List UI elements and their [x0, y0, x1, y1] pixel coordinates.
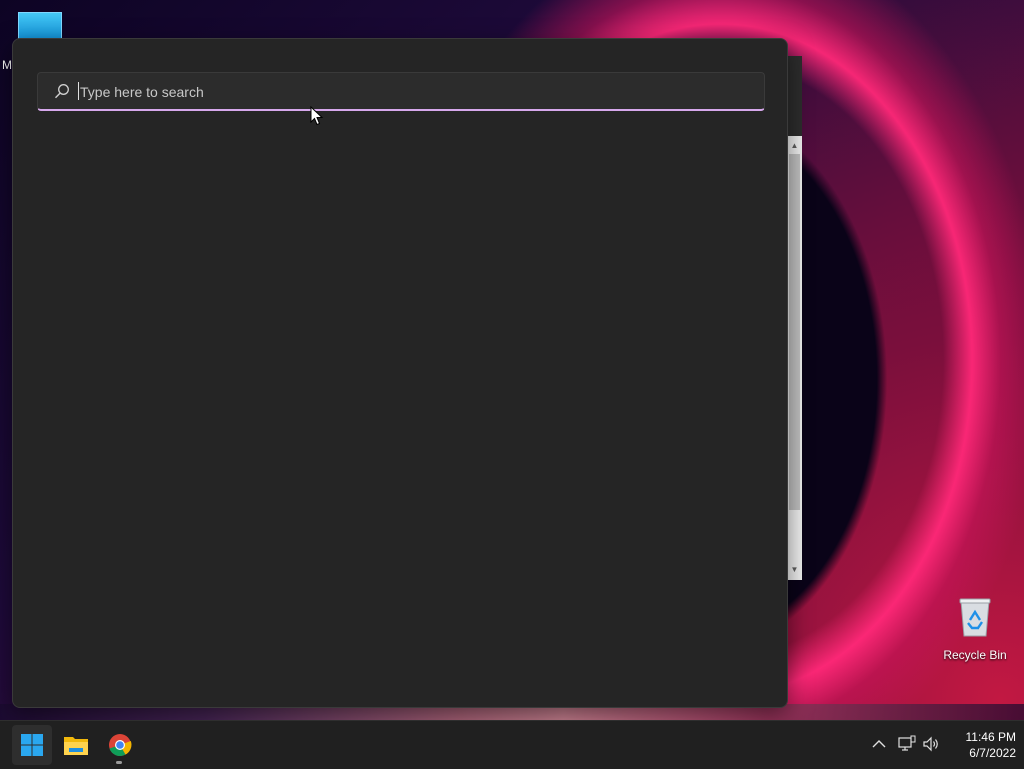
clock-time: 11:46 PM: [965, 730, 1016, 744]
chevron-up-icon[interactable]: [870, 735, 888, 753]
windows-logo-icon: [21, 734, 43, 756]
chrome-icon: [109, 734, 132, 757]
taskbar: 11:46 PM 6/7/2022: [0, 720, 1024, 769]
start-button[interactable]: [12, 725, 52, 765]
search-icon: [54, 83, 70, 99]
chrome-button[interactable]: [100, 725, 140, 765]
search-box[interactable]: [37, 72, 765, 111]
volume-icon[interactable]: [922, 735, 940, 753]
folder-icon: [64, 737, 88, 755]
recycle-bin-icon: [958, 596, 992, 638]
desktop-icon-label: M: [2, 58, 12, 72]
scroll-down-arrow-icon[interactable]: ▼: [789, 564, 800, 576]
scrollbar-thumb[interactable]: [789, 154, 800, 510]
mouse-cursor-icon: [310, 106, 324, 126]
search-input[interactable]: [78, 79, 752, 105]
scroll-up-arrow-icon[interactable]: ▲: [789, 140, 800, 152]
recycle-bin-label: Recycle Bin: [943, 648, 1007, 662]
network-icon[interactable]: [898, 735, 916, 753]
file-explorer-button[interactable]: [56, 725, 96, 765]
clock-date: 6/7/2022: [969, 746, 1016, 760]
text-caret: [78, 82, 79, 100]
recycle-bin[interactable]: Recycle Bin: [938, 596, 1012, 662]
running-indicator: [116, 761, 122, 764]
search-panel: [12, 38, 788, 708]
taskbar-clock[interactable]: 11:46 PM 6/7/2022: [946, 729, 1016, 761]
